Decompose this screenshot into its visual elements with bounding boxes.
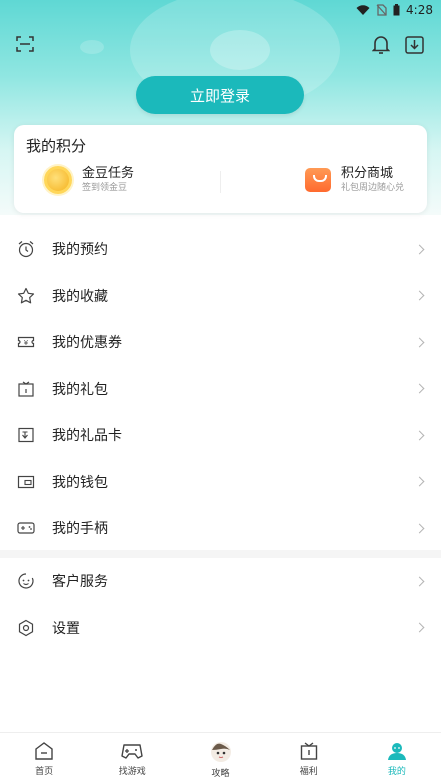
chevron-right-icon [414,337,425,348]
gold-bean-task-label: 金豆任务 [82,165,135,181]
game-controller-icon [121,744,143,759]
menu-label: 我的手柄 [52,521,108,538]
status-bar: 4:28 [0,0,441,22]
gold-bean-task-sub: 签到领金豆 [82,182,128,193]
decorative-blob [210,30,270,70]
settings-icon [17,619,35,637]
tab-benefits[interactable]: 福利 [265,733,353,784]
menu-item-coupons[interactable]: ¥ 我的优惠券 [0,319,441,366]
tab-label: 福利 [299,767,318,777]
avatar-icon [210,742,231,762]
menu-label: 设置 [52,620,80,637]
divider [220,171,221,193]
shop-bag-icon [305,168,331,192]
tab-home[interactable]: 首页 [0,733,88,784]
points-mall-sub: 礼包周边随心兑 [341,182,405,193]
battery-icon [393,4,400,16]
alarm-clock-icon [17,240,35,258]
gift-icon [17,380,35,398]
chevron-right-icon [414,476,425,487]
chevron-right-icon [414,622,425,633]
tab-label: 攻略 [211,769,230,779]
section-divider [0,550,441,558]
tab-guides[interactable]: 攻略 [176,733,264,784]
menu-label: 我的优惠券 [52,335,122,352]
tab-label: 我的 [387,767,406,777]
menu-label: 我的预约 [52,242,108,259]
menu-label: 我的钱包 [52,474,108,491]
wallet-icon [17,473,35,491]
login-button[interactable]: 立即登录 [136,76,304,114]
menu-item-gamepad[interactable]: 我的手柄 [0,505,441,552]
points-card: 我的积分 金豆任务 签到领金豆 积分商城 礼包周边随心兑 [14,125,427,213]
points-title: 我的积分 [26,137,87,155]
menu-label: 我的礼品卡 [52,428,122,445]
bottom-tab-bar: 首页 找游戏 攻略 福利 我的 [0,732,441,784]
gift-box-icon [300,742,317,760]
no-sim-icon [376,4,387,16]
decorative-blob [80,40,104,54]
menu-item-favorites[interactable]: 我的收藏 [0,273,441,320]
chevron-right-icon [414,383,425,394]
menu-item-gift-cards[interactable]: 我的礼品卡 [0,412,441,459]
user-icon [387,743,406,760]
coupon-icon: ¥ [17,333,35,351]
status-time: 4:28 [406,3,433,17]
menu-item-gift-packs[interactable]: 我的礼包 [0,366,441,413]
points-mall-label: 积分商城 [341,165,394,181]
chevron-right-icon [414,576,425,587]
scan-icon[interactable] [14,34,36,54]
chevron-right-icon [414,290,425,301]
chevron-right-icon [414,244,425,255]
bell-icon[interactable] [370,33,392,55]
gold-bean-task[interactable]: 金豆任务 签到领金豆 [44,163,134,197]
tab-label: 首页 [35,767,54,777]
points-mall[interactable]: 积分商城 礼包周边随心兑 [305,163,404,197]
menu-item-wallet[interactable]: 我的钱包 [0,459,441,506]
gift-card-icon [17,426,35,444]
coin-icon [44,166,72,194]
customer-service-icon [17,572,35,590]
menu-item-customer-service[interactable]: 客户服务 [0,558,441,605]
menu-label: 我的收藏 [52,288,108,305]
menu-group-2: 客户服务 设置 [0,558,441,651]
star-icon [17,287,35,305]
svg-text:¥: ¥ [24,339,29,347]
menu-item-reservations[interactable]: 我的预约 [0,226,441,273]
menu-label: 我的礼包 [52,381,108,398]
chevron-right-icon [414,430,425,441]
download-icon[interactable] [403,33,425,55]
wifi-icon [356,4,370,15]
menu-item-settings[interactable]: 设置 [0,605,441,652]
gamepad-icon [17,519,35,537]
tab-find-games[interactable]: 找游戏 [88,733,176,784]
tab-label: 找游戏 [118,767,146,777]
menu-group-1: 我的预约 我的收藏 ¥ 我的优惠券 我的礼包 我的礼品卡 我的钱包 我的手柄 [0,226,441,552]
home-icon [35,742,53,760]
menu-label: 客户服务 [52,574,108,591]
chevron-right-icon [414,523,425,534]
tab-mine[interactable]: 我的 [353,733,441,784]
